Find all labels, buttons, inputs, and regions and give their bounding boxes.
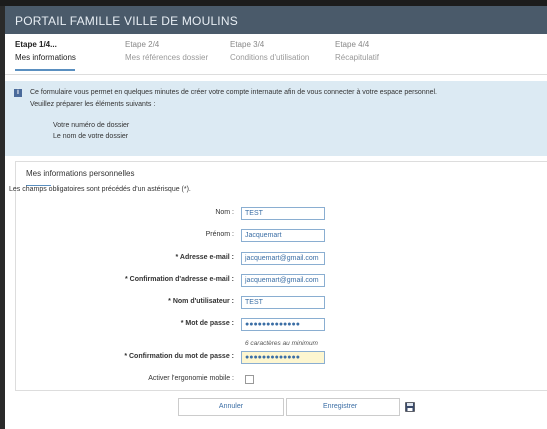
step-3[interactable]: Etape 3/4 Conditions d'utilisation	[230, 40, 330, 62]
mobile-checkbox[interactable]	[245, 375, 254, 384]
field-mobile: Activer l'ergonomie mobile :	[0, 373, 547, 387]
nom-input[interactable]: TEST	[241, 207, 325, 220]
step-name: Mes informations	[15, 53, 76, 62]
portal-header: PORTAIL FAMILLE VILLE DE MOULINS	[5, 6, 547, 34]
field-email-confirm: * Confirmation d'adresse e-mail : jacque…	[0, 274, 547, 288]
password-confirm-input[interactable]: ●●●●●●●●●●●●●	[241, 351, 325, 364]
field-email: * Adresse e-mail : jacquemart@gmail.com	[0, 252, 547, 266]
field-label: * Confirmation du mot de passe :	[124, 353, 234, 360]
info-icon: i	[14, 89, 22, 97]
list-item: Le nom de votre dossier	[53, 133, 129, 140]
field-password: * Mot de passe : ●●●●●●●●●●●●●	[0, 318, 547, 332]
info-box: i Ce formulaire vous permet en quelques …	[5, 81, 547, 156]
step-2[interactable]: Etape 2/4 Mes références dossier	[125, 40, 225, 62]
list-item: Votre numéro de dossier	[53, 122, 130, 129]
step-name: Conditions d'utilisation	[230, 53, 310, 62]
required-note: Les champs obligatoires sont précédés d'…	[9, 186, 191, 193]
field-password-confirm: * Confirmation du mot de passe : ●●●●●●●…	[0, 351, 547, 365]
cancel-button[interactable]: Annuler	[178, 398, 284, 416]
field-label: Activer l'ergonomie mobile :	[148, 375, 234, 382]
email-confirm-input[interactable]: jacquemart@gmail.com	[241, 274, 325, 287]
save-button[interactable]: Enregistrer	[286, 398, 415, 416]
step-name: Récapitulatif	[335, 53, 380, 62]
field-prenom: Prénom : Jacquemart	[0, 229, 547, 243]
info-subtext: Veuillez préparer les éléments suivants …	[30, 101, 156, 108]
field-nom: Nom : TEST	[0, 207, 547, 221]
floppy-disk-icon	[405, 402, 415, 412]
info-text: Ce formulaire vous permet en quelques mi…	[30, 89, 438, 96]
field-label: Nom :	[215, 209, 234, 216]
field-label: Prénom :	[205, 231, 234, 238]
page-title: PORTAIL FAMILLE VILLE DE MOULINS	[15, 14, 238, 28]
step-number: Etape 2/4	[125, 40, 160, 49]
step-name: Mes références dossier	[125, 53, 209, 62]
step-number: Etape 3/4	[230, 40, 265, 49]
save-button-label: Enregistrer	[323, 403, 358, 410]
prenom-input[interactable]: Jacquemart	[241, 229, 325, 242]
wizard-steps: Etape 1/4... Mes informations Etape 2/4 …	[5, 34, 547, 75]
password-input[interactable]: ●●●●●●●●●●●●●	[241, 318, 325, 331]
form-title: Mes informations personnelles	[26, 169, 135, 178]
field-label: * Confirmation d'adresse e-mail :	[124, 276, 234, 283]
step-number: Etape 1/4...	[15, 40, 57, 49]
field-label: * Adresse e-mail :	[175, 254, 235, 261]
step-number: Etape 4/4	[335, 40, 370, 49]
email-input[interactable]: jacquemart@gmail.com	[241, 252, 325, 265]
info-list: Votre numéro de dossier Le nom de votre …	[53, 122, 129, 144]
step-1[interactable]: Etape 1/4... Mes informations	[15, 40, 115, 71]
button-bar: Annuler Enregistrer	[178, 398, 415, 416]
username-input[interactable]: TEST	[241, 296, 325, 309]
step-4[interactable]: Etape 4/4 Récapitulatif	[335, 40, 435, 62]
password-hint: 6 caractères au minimum	[245, 340, 318, 347]
field-username: * Nom d'utilisateur : TEST	[0, 296, 547, 310]
field-label: * Nom d'utilisateur :	[168, 298, 234, 305]
field-label: * Mot de passe :	[180, 320, 234, 327]
